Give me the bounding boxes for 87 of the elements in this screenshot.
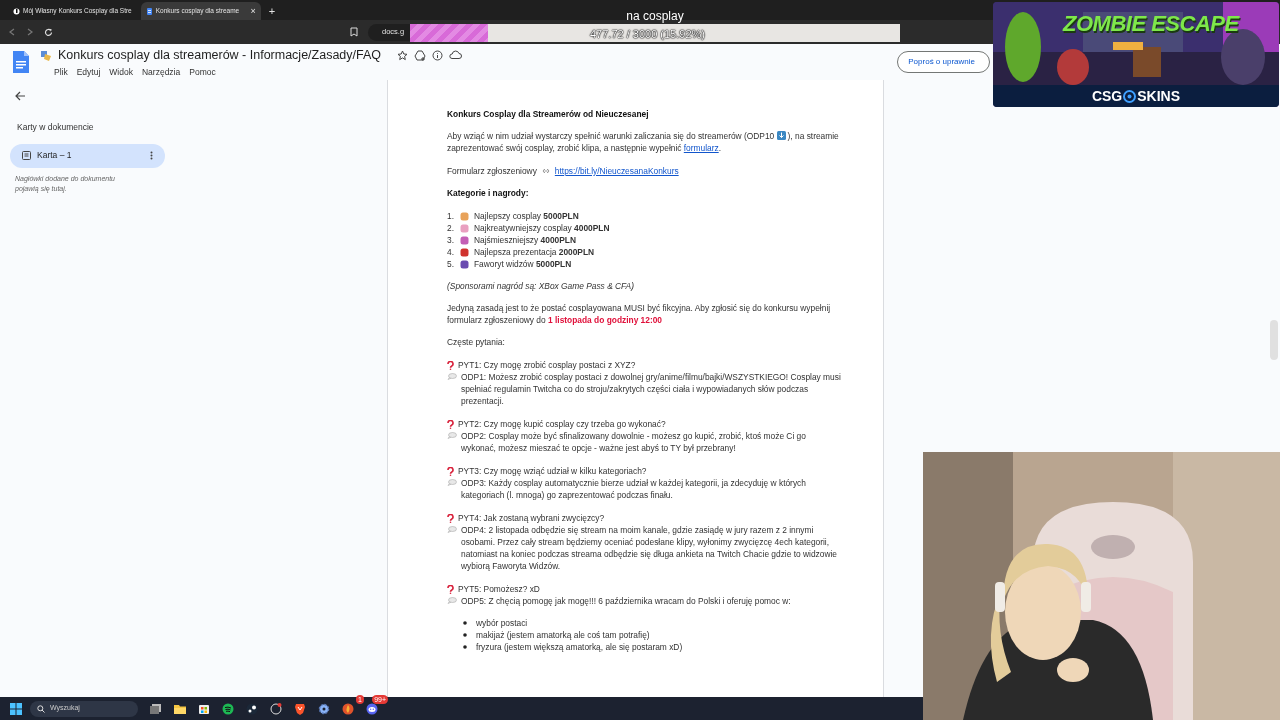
bullet-text: fryzura (jestem większą amatorką, ale się postaram xD) <box>476 641 683 653</box>
chat-app-icon[interactable] <box>366 702 378 715</box>
back-arrow-icon <box>14 90 26 102</box>
menu-item[interactable]: Plik <box>54 65 68 79</box>
question-text: PYT4: Jak zostaną wybrani zwycięzcy? <box>458 512 605 524</box>
prize-text: Faworyt widzów 5000PLN <box>474 258 572 270</box>
more-icon <box>150 151 153 161</box>
gear-icon[interactable] <box>318 702 330 715</box>
folder-icon[interactable] <box>174 702 186 715</box>
form-link[interactable]: https://bit.ly/NieuczesanaKonkurs <box>554 165 679 177</box>
search-icon <box>37 704 45 713</box>
section-heading: Częste pytania: <box>447 336 506 348</box>
question-text: PYT1: Czy mogę zrobić cosplay postaci z XYZ? <box>458 359 636 371</box>
menu-item[interactable]: Pomoc <box>189 65 216 79</box>
list-number: 3. <box>447 234 455 246</box>
cloud-icon <box>449 50 463 61</box>
question-text: PYT2: Czy mogę kupić cosplay czy trzeba go wykonać? <box>458 418 666 430</box>
form-label: Formularz zgłoszeniowy <box>447 165 537 177</box>
question-text: PYT3: Czy mogę wziąć udział w kilku kategoriach? <box>458 465 647 477</box>
bookmark-icon <box>350 27 358 37</box>
speech-bubble-icon <box>447 432 457 439</box>
prize-text: Najkreatywniejszy cosplay 4000PLN <box>474 222 610 234</box>
question-mark-icon <box>447 419 454 429</box>
list-number: 2. <box>447 222 455 234</box>
question-mark-icon <box>447 584 454 594</box>
banner-headline: ZOMBIE ESCAPE <box>1063 10 1239 38</box>
menu-item[interactable]: Edytuj <box>76 65 101 79</box>
answer-text: ODP4: 2 listopada odbędzie się stream na moim kanale, gdzie zasiądę w jury razem z 2 innymi osobami. Przez cały stream będziemy oceniać podesłane klipy, wyłonimy zwycięzcę 4ech kategorii, natomiast na koniec podczas streama odbędzie się długa ankieta na Twitch Chacie gdzie to widzowie wybiorą Faworyta Widzów. <box>461 524 838 572</box>
close-button[interactable]: × <box>250 6 256 16</box>
answer-text: ODP5: Z chęcią pomogę jak mogę!!! 6 października wracam do Polski i oferuję pomoc w: <box>461 595 791 607</box>
star-icon <box>397 49 409 61</box>
goal-title: na cosplay <box>626 8 684 24</box>
rule-text: Jedyną zasadą jest to że postać cosplayowana MUSI być fikcyjna. Aby zgłosić się do konkursu wypełnij formularz zgłoszeniowy do 1 listopada do godziny 12:00 <box>447 302 832 326</box>
menu-item[interactable]: Widok <box>109 65 133 79</box>
brand-text: SKINS <box>1137 86 1181 106</box>
prize-text: Najśmieszniejszy 4000PLN <box>474 234 576 246</box>
menu-item[interactable]: Narzędzia <box>141 65 181 79</box>
answer-text: ODP3: Każdy cosplay automatycznie bierze udział w każdej kategorii, ja zdecyduję w których kategoriach (l. mnoga) go zaprezentować podczas finału. <box>461 477 807 501</box>
windows-start-icon <box>10 702 22 715</box>
list-number: 1. <box>447 210 455 222</box>
document-tab[interactable]: Karta – 1 <box>10 143 165 168</box>
bullet-text: wybór postaci <box>476 617 528 629</box>
sidebar-heading: Karty w dokumencie <box>17 121 95 134</box>
info-icon <box>432 49 444 61</box>
docs-logo-icon <box>12 50 30 74</box>
flame-app-icon[interactable] <box>342 702 354 715</box>
question-mark-icon <box>447 360 454 370</box>
answer-text: ODP1: Możesz zrobić cosplay postaci z dowolnej gry/anime/filmu/bajki/WSZYSTKIEGO! Cosplay musi spełniać regulamin Twitcha co do stroju/zakrytych części ciała i wypowiadanych słów podczas prezentacji. <box>461 371 842 407</box>
question-mark-icon <box>447 466 454 476</box>
new-tab-button[interactable]: + <box>264 2 280 20</box>
section-heading: Kategorie i nagrody: <box>447 187 530 199</box>
prize-text: Najlepsza prezentacja 2000PLN <box>474 246 595 258</box>
goal-reading: 477.72 / 3000 (15.92%) <box>590 27 705 43</box>
request-access-button[interactable]: Poproś o uprawnie <box>897 51 990 73</box>
tab-icon <box>22 151 31 161</box>
question-text: PYT5: Pomożesz? xD <box>458 583 540 595</box>
bullet-text: makijaż (jestem amatorką ale coś tam potrafię) <box>476 629 650 641</box>
link-icon <box>540 167 551 175</box>
down-arrow-icon <box>776 131 786 140</box>
windows-icon[interactable] <box>150 702 162 715</box>
paragraph-text: Aby wziąć w nim udział wystarczy spełnić warunki zaliczania się do streamerów (ODP10 ), na streamie zaprezentować swój cosplay, zrobić klipa, a następnie wypełnić formularz. <box>447 130 840 154</box>
scrollbar[interactable] <box>1270 320 1278 360</box>
target-icon <box>1123 89 1137 103</box>
circle-app-icon[interactable] <box>270 702 282 715</box>
link[interactable]: formularz <box>683 143 719 153</box>
reload-icon <box>44 27 53 37</box>
sponsors-note: (Sponsorami nagród są: XBox Game Pass & CFA) <box>447 280 635 292</box>
prize-text: Najlepszy cosplay 5000PLN <box>474 210 579 222</box>
forward-icon <box>26 28 34 36</box>
speech-bubble-icon <box>447 526 457 533</box>
speech-bubble-icon <box>447 373 457 380</box>
music-app-icon[interactable] <box>222 702 234 715</box>
speech-bubble-icon <box>447 479 457 486</box>
bullet-icon <box>463 645 467 649</box>
shield-icon[interactable] <box>294 702 306 715</box>
back-icon <box>8 28 16 36</box>
store-icon[interactable] <box>198 702 210 715</box>
list-number: 4. <box>447 246 455 258</box>
brand-text: CSG <box>1091 86 1123 106</box>
question-mark-icon <box>447 513 454 523</box>
document-heading: Konkurs Cosplay dla Streamerów od Nieuczesanej <box>447 108 650 120</box>
speech-bubble-icon <box>447 597 457 604</box>
bullet-icon <box>463 621 467 625</box>
bullet-icon <box>463 633 467 637</box>
document-title[interactable]: Konkurs cosplay dla streamerów - Informacje/Zasady/FAQ <box>58 45 382 65</box>
list-number: 5. <box>447 258 455 270</box>
answer-text: ODP2: Cosplay może być sfinalizowany dowolnie - możesz go kupić, zrobić, ktoś może Ci go wykonać, możesz mieszać te opcje - ważne jest abyś to TY był przebrany! <box>461 430 807 454</box>
